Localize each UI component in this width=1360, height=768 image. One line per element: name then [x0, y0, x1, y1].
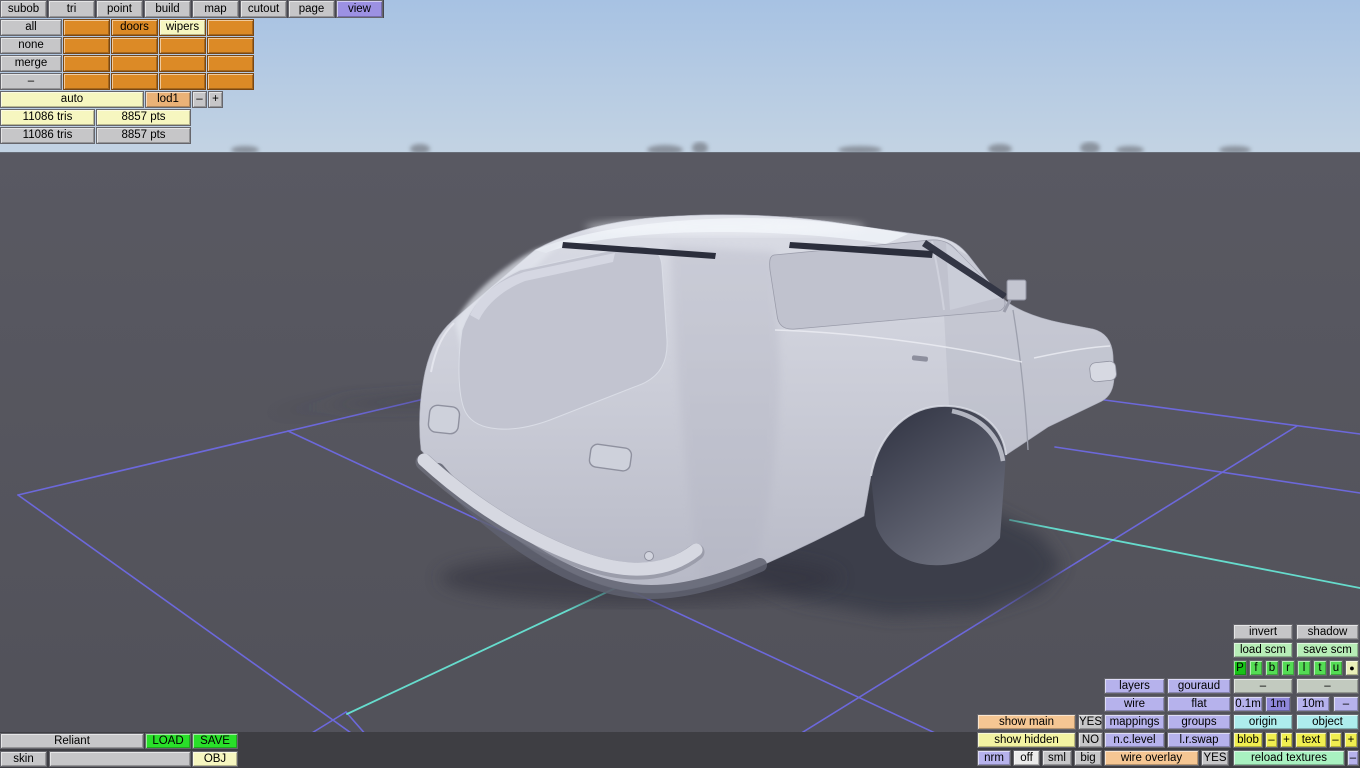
subobject-cell[interactable]: [111, 37, 158, 54]
text-minus-button[interactable]: –: [1329, 732, 1342, 748]
model-name-field[interactable]: Reliant: [0, 733, 144, 749]
groups-button[interactable]: groups: [1167, 714, 1231, 730]
layers-button[interactable]: layers: [1104, 678, 1165, 694]
invert-button[interactable]: invert: [1233, 624, 1293, 640]
grid-scale-10m[interactable]: 10m: [1296, 696, 1330, 712]
subobject-cell[interactable]: [159, 37, 206, 54]
subobject-cell[interactable]: [63, 37, 110, 54]
mappings-button[interactable]: mappings: [1104, 714, 1165, 730]
load-button[interactable]: LOAD: [145, 733, 191, 749]
dash-button-a[interactable]: –: [1233, 678, 1293, 694]
skin-button[interactable]: skin: [0, 751, 47, 767]
tab-map[interactable]: map: [192, 0, 239, 18]
stat-selected-tris: 11086 tris: [0, 109, 95, 126]
lod-auto-button[interactable]: auto: [0, 91, 144, 108]
origin-button[interactable]: origin: [1233, 714, 1293, 730]
part-toggle-t[interactable]: t: [1313, 660, 1327, 676]
lod-current[interactable]: lod1: [145, 91, 191, 108]
subobject-cell[interactable]: [111, 73, 158, 90]
show-main-button[interactable]: show main: [977, 714, 1076, 730]
part-toggle-r[interactable]: r: [1281, 660, 1295, 676]
object-button[interactable]: object: [1296, 714, 1359, 730]
flat-button[interactable]: flat: [1167, 696, 1231, 712]
normals-off-selected[interactable]: off: [1013, 750, 1040, 766]
select-all-button[interactable]: all: [0, 19, 62, 36]
stat-total-tris: 11086 tris: [0, 127, 95, 144]
subobject-cell[interactable]: [159, 55, 206, 72]
subobject-cell-wipers[interactable]: wipers: [159, 19, 206, 36]
part-toggle-u[interactable]: u: [1329, 660, 1343, 676]
tab-view-active[interactable]: view: [336, 0, 383, 18]
subobject-cell[interactable]: [207, 55, 254, 72]
lr-swap-button[interactable]: l.r.swap: [1167, 732, 1231, 748]
tail-light-right: [588, 443, 633, 472]
stat-total-pts: 8857 pts: [96, 127, 191, 144]
subobject-cell[interactable]: [111, 55, 158, 72]
merge-button[interactable]: merge: [0, 55, 62, 72]
normals-button[interactable]: nrm: [977, 750, 1011, 766]
load-scm-button[interactable]: load scm: [1233, 642, 1293, 658]
tab-tri[interactable]: tri: [48, 0, 95, 18]
text-button[interactable]: text: [1295, 732, 1327, 748]
show-hidden-value[interactable]: NO: [1078, 732, 1103, 748]
obj-button[interactable]: OBJ: [192, 751, 238, 767]
viewport-3d[interactable]: [0, 0, 1360, 768]
grid-scale-0.1m[interactable]: 0.1m: [1233, 696, 1263, 712]
normals-sml[interactable]: sml: [1042, 750, 1072, 766]
tab-subob[interactable]: subob: [0, 0, 47, 18]
wire-overlay-button[interactable]: wire overlay: [1104, 750, 1199, 766]
subobject-cell-doors[interactable]: doors: [111, 19, 158, 36]
lod-increase-button[interactable]: +: [208, 91, 223, 108]
tail-light-left: [427, 404, 461, 435]
part-toggle-P[interactable]: P: [1233, 660, 1247, 676]
select-none-button[interactable]: none: [0, 37, 62, 54]
wire-button[interactable]: wire: [1104, 696, 1165, 712]
part-toggle-f[interactable]: f: [1249, 660, 1263, 676]
subobject-cell[interactable]: [63, 73, 110, 90]
dash-button-b[interactable]: –: [1296, 678, 1359, 694]
tab-build[interactable]: build: [144, 0, 191, 18]
part-toggle-dot[interactable]: ●: [1345, 660, 1359, 676]
tab-page[interactable]: page: [288, 0, 335, 18]
front-bumper: [1089, 360, 1117, 383]
minus-button[interactable]: –: [0, 73, 62, 90]
tab-cutout[interactable]: cutout: [240, 0, 287, 18]
app-window: subob tri point build map cutout page vi…: [0, 0, 1360, 768]
blob-minus-button[interactable]: –: [1265, 732, 1278, 748]
subobject-cell[interactable]: [63, 55, 110, 72]
show-hidden-button[interactable]: show hidden: [977, 732, 1076, 748]
skin-value-field[interactable]: [49, 751, 191, 767]
wire-overlay-value[interactable]: YES: [1201, 750, 1229, 766]
nc-level-button[interactable]: n.c.level: [1104, 732, 1165, 748]
reload-minus-button[interactable]: –: [1347, 750, 1359, 766]
save-button[interactable]: SAVE: [192, 733, 238, 749]
grid-scale-1m-selected[interactable]: 1m: [1265, 696, 1291, 712]
shading-mode-button[interactable]: gouraud: [1167, 678, 1231, 694]
subobject-cell[interactable]: [159, 73, 206, 90]
shadow-button[interactable]: shadow: [1296, 624, 1359, 640]
normals-big[interactable]: big: [1074, 750, 1102, 766]
blob-plus-button[interactable]: +: [1280, 732, 1293, 748]
subobject-cell[interactable]: [207, 19, 254, 36]
part-toggle-b[interactable]: b: [1265, 660, 1279, 676]
subobject-cell[interactable]: [207, 37, 254, 54]
bumper-overrider: [644, 551, 654, 561]
grid-scale-minus[interactable]: –: [1333, 696, 1359, 712]
blob-button[interactable]: blob: [1233, 732, 1263, 748]
lod-decrease-button[interactable]: –: [192, 91, 207, 108]
tab-point[interactable]: point: [96, 0, 143, 18]
save-scm-button[interactable]: save scm: [1296, 642, 1359, 658]
part-toggle-l[interactable]: l: [1297, 660, 1311, 676]
reload-textures-button[interactable]: reload textures: [1233, 750, 1345, 766]
subobject-cell[interactable]: [207, 73, 254, 90]
text-plus-button[interactable]: +: [1344, 732, 1358, 748]
subobject-cell[interactable]: [63, 19, 110, 36]
show-main-value[interactable]: YES: [1078, 714, 1103, 730]
stat-selected-pts: 8857 pts: [96, 109, 191, 126]
